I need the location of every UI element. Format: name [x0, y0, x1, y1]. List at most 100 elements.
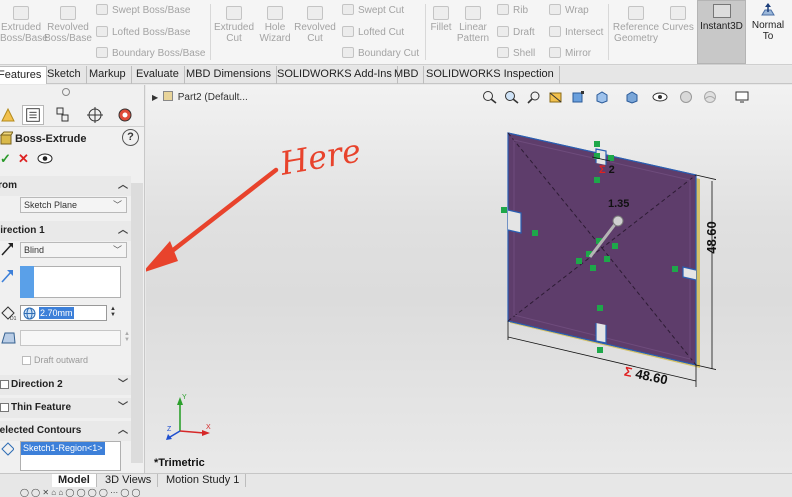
wrap-button[interactable]: Wrap [549, 4, 589, 17]
tab-sketch[interactable]: Sketch [42, 66, 87, 84]
swept-cut-button[interactable]: Swept Cut [342, 4, 404, 17]
zoom-area-icon[interactable] [504, 90, 520, 104]
from-select[interactable]: Sketch Plane ﹀ [20, 197, 127, 213]
end-condition-select[interactable]: Blind ﹀ [20, 242, 127, 258]
display-manager-icon[interactable] [114, 105, 136, 125]
bottom-toolbar-icons[interactable]: ◯ ◯ ✕ ⌂ ⌂ ◯ ◯ ◯ ◯ ⋯ ◯ ◯ [20, 488, 280, 497]
dimension-depth[interactable]: 1.35 [608, 198, 629, 210]
from-section-header[interactable]: From ︿ [0, 176, 131, 196]
chevron-up-icon: ︿ [118, 225, 128, 236]
draft-outward-checkbox[interactable] [22, 356, 31, 365]
thin-feature-checkbox[interactable] [0, 403, 9, 412]
fillet-icon [433, 6, 449, 20]
hole-wizard-button[interactable]: Hole Wizard [256, 6, 294, 44]
shell-button[interactable]: Shell [497, 47, 535, 60]
tab-motion-study[interactable]: Motion Study 1 [160, 474, 247, 487]
direction2-section-header[interactable]: Direction 2 ﹀ [0, 375, 131, 395]
extruded-cut-icon [226, 6, 242, 20]
tab-model[interactable]: Model [52, 474, 97, 487]
tab-solidworks-inspection[interactable]: SOLIDWORKS Inspection [421, 66, 560, 84]
section-view-icon[interactable] [548, 90, 564, 104]
contour-list-item[interactable]: Sketch1-Region<1> [21, 442, 105, 455]
direction2-checkbox[interactable] [0, 380, 9, 389]
revolved-cut-button[interactable]: Revolved Cut [294, 6, 336, 44]
view-settings-icon[interactable] [734, 90, 750, 104]
depth-input[interactable]: 2.70mm [20, 305, 107, 321]
instant3d-button[interactable]: Instant3D [697, 0, 746, 64]
zoom-to-fit-icon[interactable] [482, 90, 498, 104]
tab-mbd-dimensions[interactable]: MBD Dimensions [181, 66, 277, 84]
fillet-button[interactable]: Fillet [428, 6, 454, 33]
edit-appearance-icon[interactable] [678, 90, 694, 104]
svg-text:D1: D1 [10, 316, 17, 321]
command-manager-tabs: Features Sketch Markup Evaluate MBD Dime… [0, 66, 792, 84]
preview-eye-icon[interactable] [37, 153, 53, 164]
tab-features[interactable]: Features [0, 66, 48, 84]
extruded-boss-button[interactable]: Extruded Boss/Base [0, 6, 48, 44]
normal-to-button[interactable]: Normal To [748, 0, 788, 64]
view-orientation-icon[interactable] [594, 90, 610, 104]
spin-buttons[interactable]: ▲ ▼ [124, 331, 130, 343]
extruded-cut-button[interactable]: Extruded Cut [212, 6, 256, 44]
intersect-button[interactable]: Intersect [549, 26, 603, 39]
notch-left [507, 209, 522, 234]
boundary-cut-icon [342, 47, 354, 58]
depth-icon: D1 [1, 306, 17, 321]
shell-icon [497, 47, 509, 58]
dimxpert-manager-icon[interactable] [84, 105, 106, 125]
direction-vector-listbox[interactable] [20, 266, 121, 298]
linear-pattern-button[interactable]: Linear Pattern [455, 6, 491, 44]
lofted-cut-icon [342, 26, 354, 37]
boundary-cut-button[interactable]: Boundary Cut [342, 47, 419, 60]
chevron-up-icon: ︿ [118, 425, 128, 436]
selected-contours-section-header[interactable]: Selected Contours ︿ [0, 421, 131, 441]
reference-geometry-button[interactable]: Reference Geometry [611, 6, 661, 44]
rib-button[interactable]: Rib [497, 4, 528, 17]
tab-solidworks-addins[interactable]: SOLIDWORKS Add-Ins [272, 66, 398, 84]
wrap-icon [549, 4, 561, 15]
lofted-boss-button[interactable]: Lofted Boss/Base [96, 26, 190, 39]
manager-tab-row [0, 103, 144, 127]
boundary-boss-button[interactable]: Boundary Boss/Base [96, 47, 205, 60]
hole-wizard-icon [267, 6, 283, 20]
direction1-section-header[interactable]: Direction 1 ︿ [0, 221, 131, 241]
dimension-height[interactable]: 48.60 [704, 221, 719, 254]
draft-angle-input[interactable] [20, 330, 121, 346]
configuration-manager-icon[interactable] [52, 105, 74, 125]
revolved-boss-button[interactable]: Revolved Boss/Base [44, 6, 92, 44]
tab-markup[interactable]: Markup [84, 66, 132, 84]
thin-feature-section-header[interactable]: Thin Feature ﹀ [0, 398, 131, 418]
draft-angle-icon[interactable] [0, 329, 17, 346]
dynamic-annotation-icon[interactable] [570, 90, 586, 104]
ribbon-divider [608, 4, 609, 60]
dimension-sketch[interactable]: Σ 2 [599, 164, 615, 176]
pin-icon[interactable] [62, 88, 70, 96]
tab-evaluate[interactable]: Evaluate [131, 66, 185, 84]
display-style-icon[interactable] [624, 90, 640, 104]
previous-view-icon[interactable] [526, 90, 542, 104]
tab-mbd[interactable]: MBD [389, 66, 425, 84]
pm-scrollbar[interactable] [131, 183, 143, 463]
depth-value: 2.70mm [39, 307, 74, 319]
lofted-cut-button[interactable]: Lofted Cut [342, 26, 404, 39]
curves-button[interactable]: Curves [662, 6, 694, 33]
hide-show-items-icon[interactable] [652, 90, 668, 104]
graphics-area[interactable]: ▶ Part2 (Default... 48.60 Σ 48.60 1.35 Σ… [146, 85, 792, 473]
mirror-button[interactable]: Mirror [549, 47, 591, 60]
spin-buttons[interactable]: ▲ ▼ [110, 306, 116, 318]
reverse-direction-icon[interactable] [0, 241, 14, 257]
revolved-boss-icon [60, 6, 76, 20]
swept-boss-button[interactable]: Swept Boss/Base [96, 4, 190, 17]
contours-listbox[interactable]: Sketch1-Region<1> [20, 441, 121, 471]
ok-check-icon[interactable]: ✓ [0, 151, 11, 167]
feature-tree-flyout[interactable]: ▶ Part2 (Default... [152, 91, 248, 103]
tab-3d-views[interactable]: 3D Views [99, 474, 159, 487]
property-manager-icon[interactable] [22, 105, 44, 125]
apply-scene-icon[interactable] [702, 90, 718, 104]
cancel-x-icon[interactable]: ✕ [18, 151, 29, 167]
help-icon[interactable]: ? [122, 129, 139, 146]
extrude-drag-handle[interactable] [612, 215, 624, 227]
draft-button[interactable]: Draft [497, 26, 535, 39]
feature-manager-icon[interactable] [0, 105, 22, 125]
lofted-boss-icon [96, 26, 108, 37]
